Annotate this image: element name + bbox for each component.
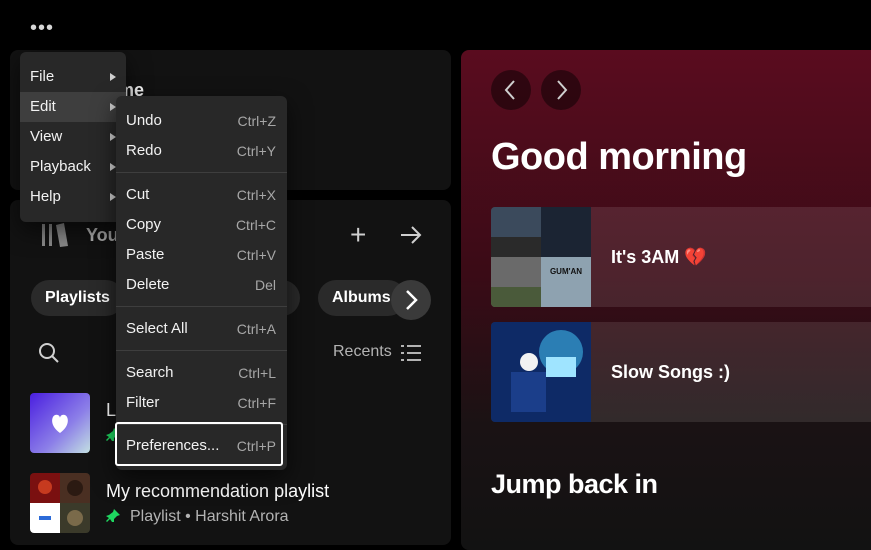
slow-songs-title: Slow Songs :) bbox=[611, 362, 730, 382]
forward-button[interactable] bbox=[541, 70, 581, 110]
menu-separator bbox=[116, 350, 287, 351]
library-title[interactable]: You bbox=[86, 225, 119, 246]
edit-copy-shortcut: Ctrl+C bbox=[235, 217, 276, 233]
edit-undo-label: Undo bbox=[126, 112, 162, 129]
more-options-icon[interactable]: ••• bbox=[30, 17, 54, 40]
liked-songs-title[interactable]: L bbox=[106, 400, 116, 421]
edit-select-all-label: Select All bbox=[126, 320, 188, 337]
edit-cut-item[interactable]: Cut Ctrl+X bbox=[116, 180, 287, 210]
edit-delete-item[interactable]: Delete Del bbox=[116, 270, 287, 300]
edit-undo-item[interactable]: Undo Ctrl+Z bbox=[116, 106, 287, 136]
recommendation-playlist-subtitle: Playlist • Harshit Arora bbox=[130, 508, 289, 525]
jump-back-in-heading: Jump back in bbox=[491, 469, 658, 499]
menu-item-view[interactable]: View bbox=[20, 122, 126, 152]
menu-item-playback[interactable]: Playback bbox=[20, 152, 126, 182]
its-3am-title: It's 3AM 💔 bbox=[611, 247, 707, 267]
edit-submenu: Undo Ctrl+Z Redo Ctrl+Y Cut Ctrl+X Copy … bbox=[116, 96, 287, 470]
submenu-caret-icon bbox=[110, 73, 116, 81]
edit-filter-label: Filter bbox=[126, 394, 160, 411]
shortcut-card-its-3am[interactable]: GUM'AN It's 3AM 💔 bbox=[491, 207, 871, 307]
expand-library-arrow-icon[interactable] bbox=[399, 222, 423, 248]
chevron-right-icon bbox=[557, 80, 568, 100]
edit-select-all-item[interactable]: Select All Ctrl+A bbox=[116, 314, 287, 344]
library-icon[interactable] bbox=[40, 222, 70, 248]
edit-copy-item[interactable]: Copy Ctrl+C bbox=[116, 210, 287, 240]
menu-separator bbox=[116, 424, 287, 425]
edit-delete-label: Delete bbox=[126, 276, 170, 293]
edit-select-all-shortcut: Ctrl+A bbox=[236, 321, 276, 337]
menu-item-edit-label: Edit bbox=[30, 98, 56, 115]
edit-preferences-shortcut: Ctrl+P bbox=[236, 438, 276, 454]
edit-undo-shortcut: Ctrl+Z bbox=[237, 113, 277, 129]
recommendation-playlist-cover[interactable] bbox=[30, 473, 90, 533]
list-view-icon[interactable] bbox=[401, 344, 421, 362]
app-menu: File Edit View Playback Help bbox=[20, 52, 126, 222]
heart-icon bbox=[52, 414, 68, 433]
chevron-left-icon bbox=[504, 80, 515, 100]
edit-preferences-label: Preferences... bbox=[126, 437, 220, 454]
menu-separator bbox=[116, 172, 287, 173]
edit-paste-shortcut: Ctrl+V bbox=[236, 247, 276, 263]
sort-recents-label[interactable]: Recents bbox=[333, 343, 392, 361]
its-3am-mosaic-art: GUM'AN bbox=[491, 207, 591, 307]
menu-item-edit[interactable]: Edit bbox=[20, 92, 126, 122]
edit-search-label: Search bbox=[126, 364, 174, 381]
liked-songs-cover[interactable] bbox=[30, 393, 90, 453]
shortcut-card-slow-songs[interactable]: Slow Songs :) bbox=[491, 322, 871, 422]
pin-icon bbox=[106, 509, 120, 522]
edit-redo-shortcut: Ctrl+Y bbox=[236, 143, 276, 159]
chevron-right-icon bbox=[406, 290, 418, 310]
menu-item-help-label: Help bbox=[30, 188, 61, 205]
edit-filter-shortcut: Ctrl+F bbox=[237, 395, 277, 411]
menu-separator bbox=[116, 306, 287, 307]
chip-playlists[interactable]: Playlists bbox=[31, 280, 124, 316]
menu-item-playback-label: Playback bbox=[30, 158, 91, 175]
edit-delete-shortcut: Del bbox=[254, 277, 276, 293]
menu-item-file[interactable]: File bbox=[20, 62, 126, 92]
chips-scroll-next-button[interactable] bbox=[391, 280, 431, 320]
playlist-mosaic-art bbox=[30, 473, 90, 533]
menu-item-help[interactable]: Help bbox=[20, 182, 126, 212]
edit-preferences-item[interactable]: Preferences... Ctrl+P bbox=[116, 431, 287, 461]
edit-cut-shortcut: Ctrl+X bbox=[236, 187, 276, 203]
menu-item-file-label: File bbox=[30, 68, 55, 85]
edit-copy-label: Copy bbox=[126, 216, 162, 233]
gum-aan-art-text: GUM'AN bbox=[550, 267, 582, 276]
edit-paste-label: Paste bbox=[126, 246, 165, 263]
edit-search-item[interactable]: Search Ctrl+L bbox=[116, 358, 287, 388]
edit-filter-item[interactable]: Filter Ctrl+F bbox=[116, 388, 287, 418]
edit-search-shortcut: Ctrl+L bbox=[238, 365, 276, 381]
edit-cut-label: Cut bbox=[126, 186, 150, 203]
edit-redo-label: Redo bbox=[126, 142, 162, 159]
edit-paste-item[interactable]: Paste Ctrl+V bbox=[116, 240, 287, 270]
recommendation-playlist-title[interactable]: My recommendation playlist bbox=[106, 481, 329, 502]
slow-songs-art bbox=[491, 322, 591, 422]
edit-redo-item[interactable]: Redo Ctrl+Y bbox=[116, 136, 287, 166]
create-playlist-button[interactable]: + bbox=[350, 221, 366, 249]
search-icon[interactable] bbox=[38, 342, 60, 364]
menu-item-view-label: View bbox=[30, 128, 63, 145]
back-button[interactable] bbox=[491, 70, 531, 110]
greeting-heading: Good morning bbox=[491, 136, 747, 178]
